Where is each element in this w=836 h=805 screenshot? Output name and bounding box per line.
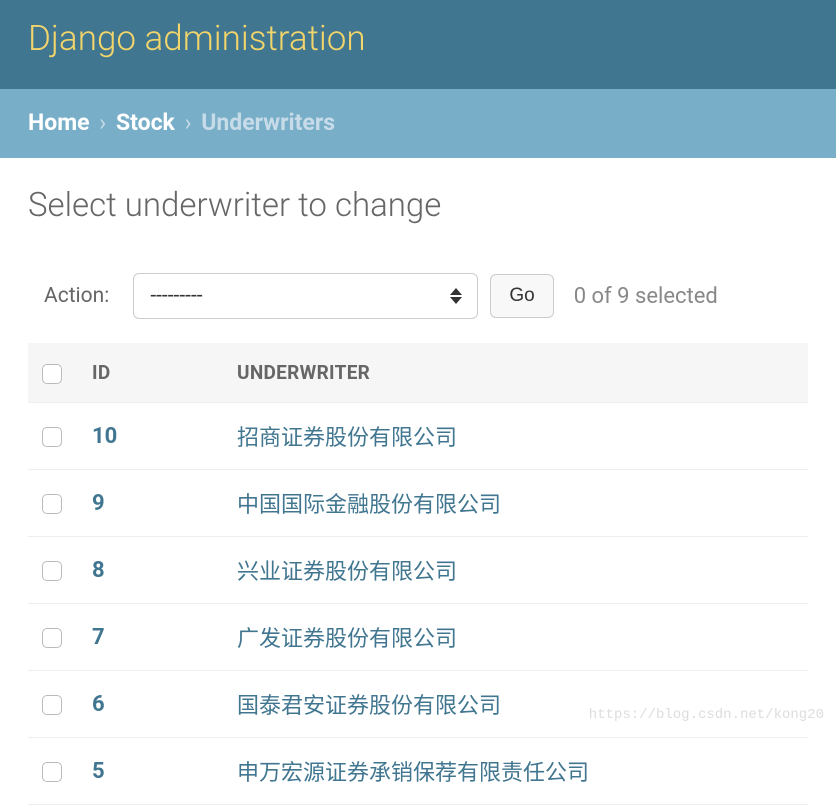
table-row: 6 国泰君安证券股份有限公司 (28, 671, 808, 738)
row-checkbox-cell (28, 403, 78, 470)
page-title: Select underwriter to change (28, 186, 808, 225)
breadcrumb-separator: › (95, 109, 110, 136)
row-id-cell: 10 (78, 403, 223, 470)
breadcrumb-home-link[interactable]: Home (28, 109, 90, 136)
breadcrumb-app-link[interactable]: Stock (116, 109, 175, 136)
row-checkbox-cell (28, 671, 78, 738)
row-underwriter-cell: 招商证券股份有限公司 (223, 403, 808, 470)
action-label: Action: (44, 284, 109, 308)
site-title: Django administration (28, 18, 836, 59)
table-row: 5 申万宏源证券承销保荐有限责任公司 (28, 738, 808, 805)
row-id-link[interactable]: 9 (92, 491, 105, 516)
row-underwriter-cell: 中国国际金融股份有限公司 (223, 470, 808, 537)
row-select-checkbox[interactable] (42, 762, 62, 782)
column-header-select (28, 343, 78, 403)
row-select-checkbox[interactable] (42, 628, 62, 648)
selection-count: 0 of 9 selected (574, 284, 718, 309)
actions-row: Action: --------- Go 0 of 9 selected (28, 273, 808, 319)
column-header-underwriter[interactable]: UNDERWRITER (223, 343, 808, 403)
row-id-cell: 9 (78, 470, 223, 537)
table-row: 10 招商证券股份有限公司 (28, 403, 808, 470)
row-checkbox-cell (28, 604, 78, 671)
breadcrumb-separator: › (181, 109, 196, 136)
action-select[interactable]: --------- (133, 273, 478, 319)
changelist-table: ID UNDERWRITER 10 招商证券股份有限公司 9 中国国际金融股份有限公司… (28, 343, 808, 805)
row-select-checkbox[interactable] (42, 561, 62, 581)
row-id-cell: 7 (78, 604, 223, 671)
go-button[interactable]: Go (490, 274, 553, 318)
row-id-link[interactable]: 6 (92, 692, 105, 717)
table-row: 9 中国国际金融股份有限公司 (28, 470, 808, 537)
row-select-checkbox[interactable] (42, 695, 62, 715)
column-header-id[interactable]: ID (78, 343, 223, 403)
admin-header: Django administration (0, 0, 836, 89)
row-id-cell: 5 (78, 738, 223, 805)
row-id-link[interactable]: 5 (92, 759, 105, 784)
row-checkbox-cell (28, 470, 78, 537)
row-id-link[interactable]: 10 (92, 424, 117, 449)
breadcrumb-current: Underwriters (201, 109, 335, 136)
row-underwriter-cell: 广发证券股份有限公司 (223, 604, 808, 671)
row-underwriter-cell: 国泰君安证券股份有限公司 (223, 671, 808, 738)
table-header-row: ID UNDERWRITER (28, 343, 808, 403)
table-row: 7 广发证券股份有限公司 (28, 604, 808, 671)
breadcrumb: Home › Stock › Underwriters (0, 89, 836, 158)
chevron-updown-icon (449, 287, 463, 305)
row-checkbox-cell (28, 537, 78, 604)
row-underwriter-cell: 申万宏源证券承销保荐有限责任公司 (223, 738, 808, 805)
row-id-link[interactable]: 7 (92, 625, 105, 650)
row-id-cell: 6 (78, 671, 223, 738)
select-all-checkbox[interactable] (42, 364, 62, 384)
watermark-text: https://blog.csdn.net/kong20 (589, 707, 824, 723)
row-select-checkbox[interactable] (42, 427, 62, 447)
row-select-checkbox[interactable] (42, 494, 62, 514)
row-id-link[interactable]: 8 (92, 558, 105, 583)
table-row: 8 兴业证券股份有限公司 (28, 537, 808, 604)
row-checkbox-cell (28, 738, 78, 805)
row-id-cell: 8 (78, 537, 223, 604)
action-select-value: --------- (150, 284, 202, 308)
row-underwriter-cell: 兴业证券股份有限公司 (223, 537, 808, 604)
